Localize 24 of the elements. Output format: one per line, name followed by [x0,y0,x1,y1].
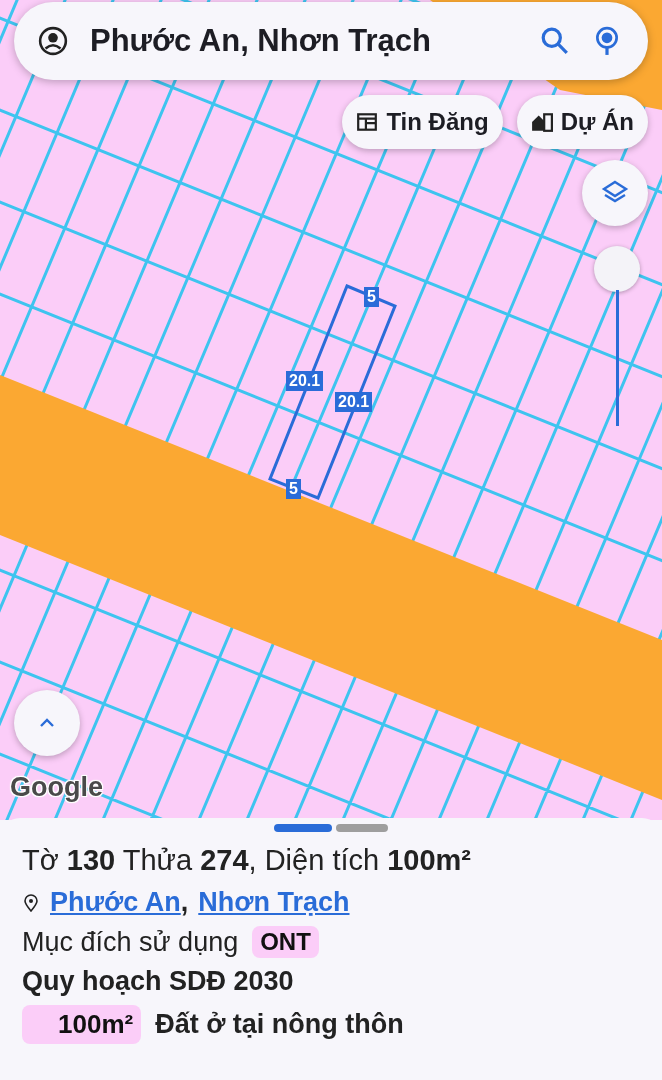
location-link[interactable]: Phước An [50,887,181,918]
buildings-icon [530,111,553,133]
map-filter-button[interactable]: Dự Án [516,95,648,149]
dimension-label: 5 [364,287,379,307]
dimension-label: 5 [286,479,301,499]
page-indicator[interactable] [274,824,332,832]
parcel-title: Tờ 130 Thửa 274, Diện tích 100m² [22,844,472,877]
purpose-label: Mục đích sử dụng [22,926,239,958]
area-badge: 100m² [22,1005,142,1044]
zoom-slider[interactable] [594,246,642,426]
location-link[interactable]: Nhơn Trạch [198,887,350,918]
land-use-code: ONT [252,926,319,958]
search-query: Phước An, Nhơn Trạch [90,23,432,59]
map-filter-button[interactable]: Tin Đăng [342,95,503,149]
newspaper-icon [356,111,379,133]
land-use-description: Đất ở tại nông thôn [155,1009,404,1040]
dimension-label: 20.1 [286,371,324,391]
search-bar[interactable]: Phước An, Nhơn Trạch [14,2,648,80]
user-icon[interactable] [38,26,68,56]
plan-heading: Quy hoạch SDĐ 2030 [22,966,295,997]
location-separator: , [180,887,189,918]
dimension-label: 20.1 [335,392,373,412]
search-icon[interactable] [540,26,570,56]
location-pin-icon [22,893,40,912]
